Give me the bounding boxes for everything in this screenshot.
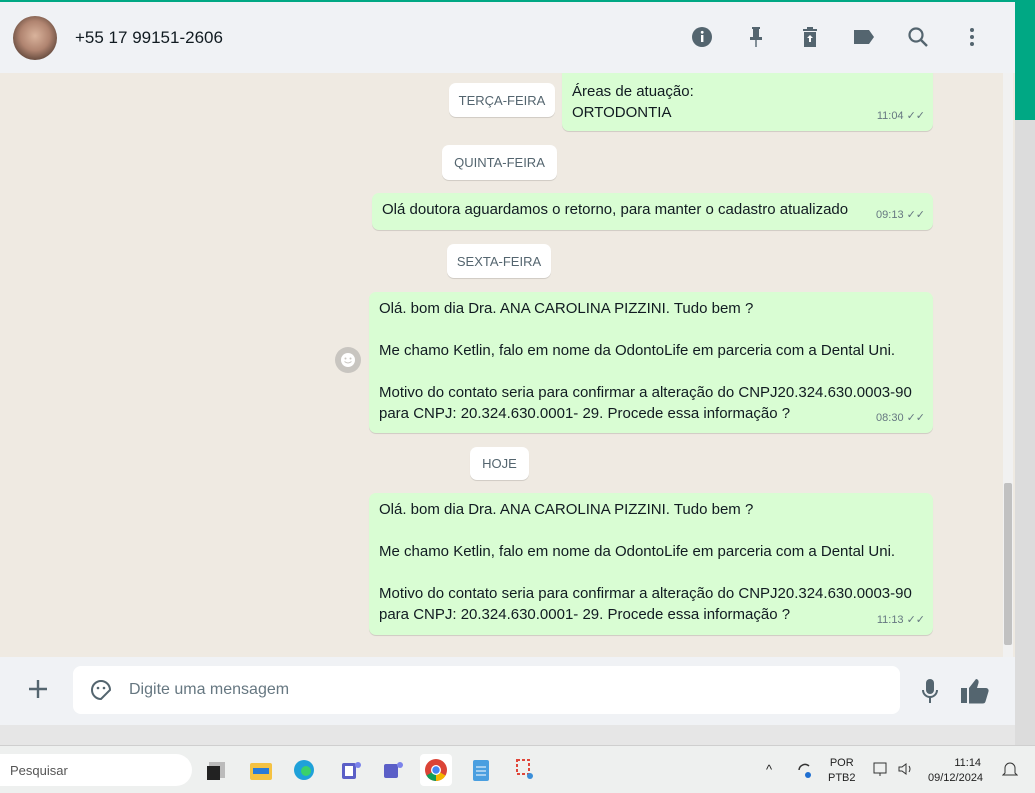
task-view-icon[interactable] bbox=[200, 754, 232, 786]
info-icon[interactable] bbox=[689, 24, 715, 50]
taskbar: Pesquisar ^ POR PTB2 11:14 09/12/2024 bbox=[0, 745, 1035, 793]
language-code: POR bbox=[829, 757, 854, 769]
clock-date: 09/12/2024 bbox=[928, 772, 984, 784]
double-check-icon: ✓✓ bbox=[906, 412, 925, 424]
double-check-icon: ✓✓ bbox=[906, 614, 925, 626]
taskbar-search-label: Pesquisar bbox=[10, 763, 68, 778]
double-check-icon: ✓✓ bbox=[906, 110, 925, 122]
avatar[interactable] bbox=[13, 15, 57, 60]
clock-time: 11:14 bbox=[954, 757, 982, 769]
date-chip: SEXTA-FEIRA bbox=[447, 244, 551, 278]
edge-icon[interactable] bbox=[288, 754, 320, 786]
message-text: Olá doutora aguardamos o retorno, para m… bbox=[382, 201, 849, 218]
volume-icon[interactable] bbox=[896, 760, 914, 783]
file-explorer-icon[interactable] bbox=[245, 754, 277, 786]
message-time: 11:04 bbox=[876, 110, 904, 122]
background-area bbox=[1015, 120, 1035, 745]
sticker-icon[interactable] bbox=[89, 678, 113, 707]
sync-icon[interactable] bbox=[795, 760, 813, 785]
message-input[interactable]: Digite uma mensagem bbox=[73, 666, 900, 714]
notepad-icon[interactable] bbox=[465, 754, 497, 786]
message-bubble[interactable]: Áreas de atuação: ORTODONTIA 11:04 ✓✓ bbox=[562, 73, 933, 131]
microphone-icon[interactable] bbox=[918, 677, 942, 710]
background-app-strip bbox=[1015, 0, 1035, 120]
chrome-icon[interactable] bbox=[420, 754, 452, 786]
delete-icon[interactable] bbox=[797, 24, 823, 50]
message-text: Olá. bom dia Dra. ANA CAROLINA PIZZINI. … bbox=[379, 501, 912, 623]
message-list[interactable]: Áreas de atuação: ORTODONTIA 11:04 ✓✓ TER… bbox=[0, 73, 1015, 657]
emoji-reaction-button[interactable] bbox=[335, 347, 361, 373]
thumbs-up-icon[interactable] bbox=[960, 677, 990, 710]
double-check-icon: ✓✓ bbox=[906, 209, 925, 221]
notification-bell-icon[interactable] bbox=[1001, 760, 1019, 783]
message-text: Áreas de atuação: ORTODONTIA bbox=[572, 83, 694, 121]
tray-chevron-icon[interactable]: ^ bbox=[766, 762, 772, 777]
date-chip: TERÇA-FEIRA bbox=[449, 83, 555, 117]
menu-icon[interactable] bbox=[959, 24, 985, 50]
scrollbar[interactable] bbox=[1003, 73, 1013, 657]
pin-icon[interactable] bbox=[743, 24, 769, 50]
teams-work-icon[interactable] bbox=[377, 754, 409, 786]
message-placeholder: Digite uma mensagem bbox=[129, 681, 290, 698]
contact-name[interactable]: +55 17 99151-2606 bbox=[75, 28, 223, 48]
clock[interactable]: 11:14 09/12/2024 bbox=[928, 756, 983, 786]
message-bubble[interactable]: Olá. bom dia Dra. ANA CAROLINA PIZZINI. … bbox=[369, 292, 933, 433]
date-chip: QUINTA-FEIRA bbox=[442, 145, 557, 180]
composer: Digite uma mensagem bbox=[0, 657, 1015, 725]
teams-icon[interactable] bbox=[335, 754, 367, 786]
date-chip: HOJE bbox=[470, 447, 529, 480]
message-text: Olá. bom dia Dra. ANA CAROLINA PIZZINI. … bbox=[379, 300, 912, 422]
keyboard-layout: PTB2 bbox=[828, 772, 856, 784]
message-time: 11:13 bbox=[876, 614, 904, 626]
chat-header[interactable]: +55 17 99151-2606 bbox=[0, 2, 1015, 73]
message-time: 09:13 bbox=[876, 209, 904, 221]
language-indicator[interactable]: POR PTB2 bbox=[828, 756, 856, 786]
network-icon[interactable] bbox=[872, 760, 890, 783]
message-bubble[interactable]: Olá doutora aguardamos o retorno, para m… bbox=[372, 193, 933, 230]
attach-plus-icon[interactable] bbox=[26, 677, 52, 703]
scrollbar-thumb[interactable] bbox=[1004, 483, 1012, 645]
label-icon[interactable] bbox=[851, 24, 877, 50]
search-icon[interactable] bbox=[905, 24, 931, 50]
snipping-tool-icon[interactable] bbox=[510, 754, 542, 786]
message-time: 08:30 bbox=[876, 412, 904, 424]
taskbar-search[interactable]: Pesquisar bbox=[0, 754, 192, 786]
message-bubble[interactable]: Olá. bom dia Dra. ANA CAROLINA PIZZINI. … bbox=[369, 493, 933, 635]
